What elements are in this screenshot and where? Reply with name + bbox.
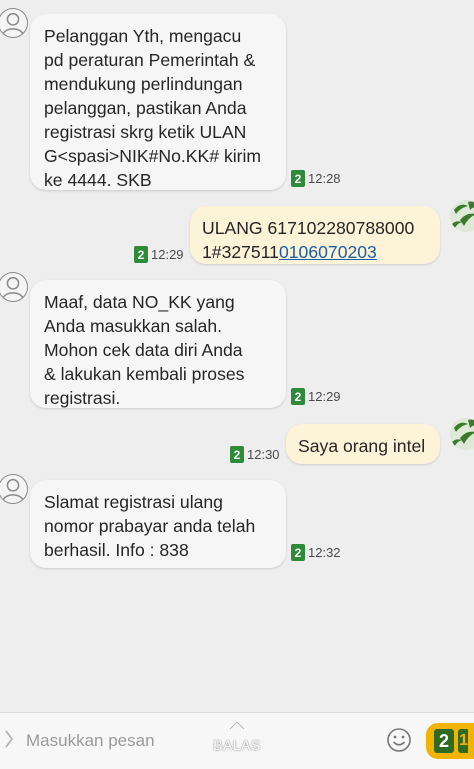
reply-label: BALAS: [213, 737, 261, 753]
outgoing-message-bubble[interactable]: Saya orang intel: [286, 424, 440, 464]
composer-bar: Masukkan pesan BALAS 2 1: [0, 712, 474, 769]
sim-badge: 2: [291, 388, 305, 405]
message-thread: Pelanggan Yth, mengacu pd peraturan Peme…: [0, 0, 474, 712]
smiley-icon[interactable]: [386, 727, 412, 753]
message-time: 12:30: [247, 447, 280, 462]
sim-badge: 2: [134, 246, 148, 263]
message-meta: 2 12:29: [291, 388, 341, 405]
phone-number-link[interactable]: 0106070203: [279, 242, 377, 262]
reply-button[interactable]: BALAS: [204, 719, 270, 763]
own-avatar-icon: [450, 418, 474, 450]
message-meta: 2 12:29: [134, 246, 184, 263]
own-avatar-icon: [450, 200, 474, 232]
message-time: 12:28: [308, 171, 341, 186]
message-input[interactable]: Masukkan pesan: [26, 731, 155, 751]
message-time: 12:29: [308, 389, 341, 404]
message-meta: 2 12:30: [230, 446, 280, 463]
contact-avatar-icon[interactable]: [0, 272, 28, 302]
sim-badge: 2: [291, 170, 305, 187]
message-time: 12:32: [308, 545, 341, 560]
contact-avatar-icon[interactable]: [0, 474, 28, 504]
attach-icon[interactable]: [2, 727, 16, 757]
message-meta: 2 12:32: [291, 544, 341, 561]
incoming-message-bubble[interactable]: Slamat registrasi ulang nomor prabayar a…: [30, 480, 286, 568]
sim-badge-partial: 1: [458, 729, 468, 753]
incoming-message-bubble[interactable]: Maaf, data NO_KK yang Anda masukkan sala…: [30, 280, 286, 408]
contact-avatar-icon[interactable]: [0, 8, 28, 38]
message-text-line: 1#3275110106070203: [202, 240, 426, 264]
sim-badge: 2: [230, 446, 244, 463]
chevron-up-icon: [229, 720, 245, 730]
sim-badge: 2: [434, 729, 454, 753]
message-text: 1#327511: [202, 242, 279, 262]
message-meta: 2 12:28: [291, 170, 341, 187]
message-text-line: ULANG 617102280788000: [202, 218, 415, 238]
incoming-message-bubble[interactable]: Pelanggan Yth, mengacu pd peraturan Peme…: [30, 14, 286, 190]
message-time: 12:29: [151, 247, 184, 262]
outgoing-message-bubble[interactable]: ULANG 617102280788000 1#3275110106070203: [190, 206, 440, 264]
send-button[interactable]: 2 1: [426, 723, 474, 759]
sim-badge: 2: [291, 544, 305, 561]
